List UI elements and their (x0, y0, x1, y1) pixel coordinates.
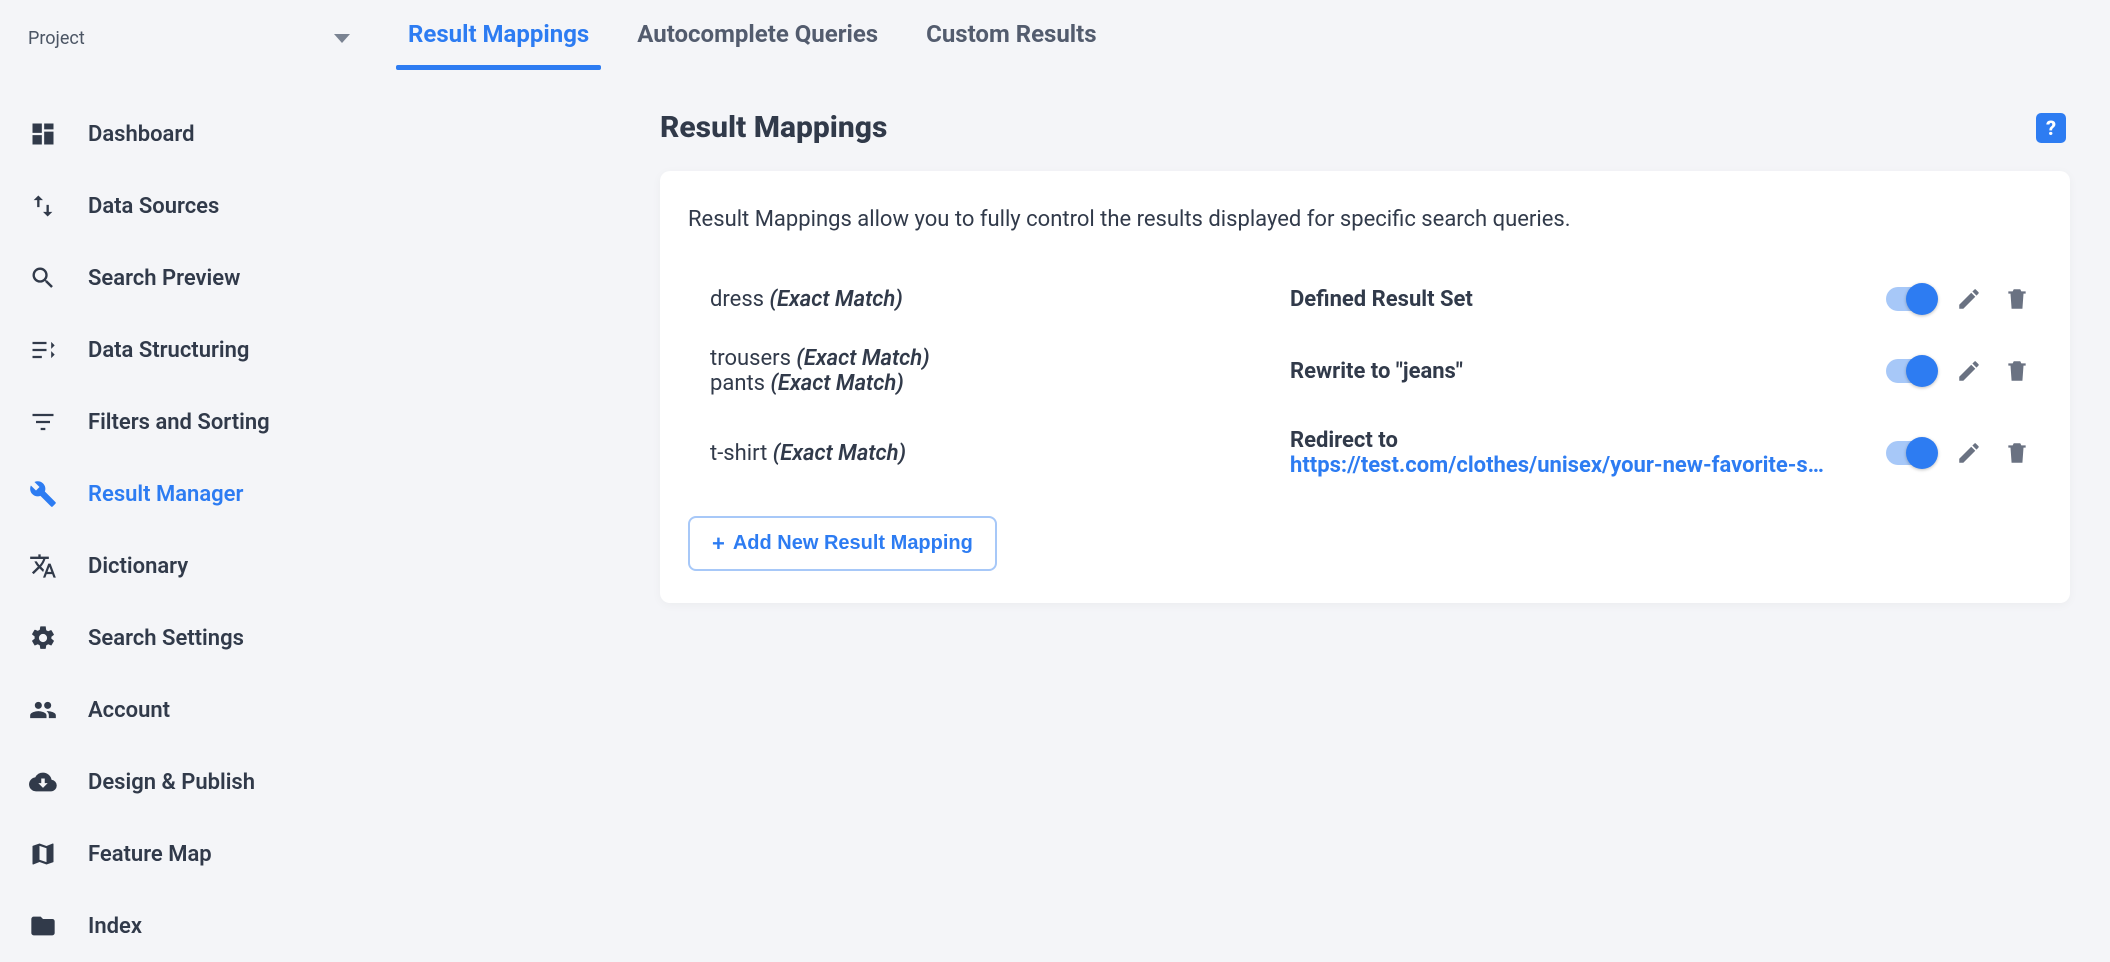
trash-icon (2004, 358, 2030, 384)
filters-icon (28, 407, 58, 437)
mapping-controls (1886, 284, 2032, 314)
tab-autocomplete-queries[interactable]: Autocomplete Queries (637, 20, 878, 70)
people-icon (28, 695, 58, 725)
delete-button[interactable] (2002, 438, 2032, 468)
mapping-action: Defined Result Set (1290, 287, 1866, 312)
help-icon: ? (2046, 116, 2056, 140)
term-match: (Exact Match) (771, 371, 904, 396)
redirect-label: Redirect to (1290, 428, 1854, 453)
edit-button[interactable] (1954, 356, 1984, 386)
page-title: Result Mappings (660, 110, 887, 145)
sidebar-item-label: Search Preview (88, 266, 240, 291)
mapping-terms: t-shirt (Exact Match) (710, 441, 1270, 466)
tab-label: Custom Results (926, 20, 1097, 48)
term-text: dress (710, 287, 764, 312)
sidebar-item-search-preview[interactable]: Search Preview (0, 242, 380, 314)
sidebar-item-label: Dictionary (88, 554, 188, 579)
mapping-terms: trousers (Exact Match) pants (Exact Matc… (710, 346, 1270, 396)
delete-button[interactable] (2002, 356, 2032, 386)
help-button[interactable]: ? (2036, 113, 2066, 143)
trash-icon (2004, 286, 2030, 312)
term-text: t-shirt (710, 441, 767, 466)
edit-button[interactable] (1954, 438, 1984, 468)
translate-icon (28, 551, 58, 581)
tab-custom-results[interactable]: Custom Results (926, 20, 1097, 70)
plus-icon: + (712, 533, 725, 555)
sidebar-item-filters-sorting[interactable]: Filters and Sorting (0, 386, 380, 458)
sidebar-item-feature-map[interactable]: Feature Map (0, 818, 380, 890)
sidebar-item-index[interactable]: Index (0, 890, 380, 962)
sidebar-item-label: Account (88, 698, 170, 723)
page-header: Result Mappings ? (660, 110, 2070, 145)
search-icon (28, 263, 58, 293)
add-button-label: Add New Result Mapping (733, 532, 973, 555)
enable-toggle[interactable] (1886, 441, 1936, 465)
sidebar-item-dictionary[interactable]: Dictionary (0, 530, 380, 602)
structuring-icon (28, 335, 58, 365)
sidebar-nav: Dashboard Data Sources Search Preview Da… (0, 98, 380, 962)
cloud-download-icon (28, 767, 58, 797)
card-description: Result Mappings allow you to fully contr… (688, 207, 2042, 232)
mapping-action: Rewrite to "jeans" (1290, 359, 1866, 384)
main-content: Result Mappings Autocomplete Queries Cus… (380, 0, 2110, 950)
sidebar-item-account[interactable]: Account (0, 674, 380, 746)
sidebar-item-label: Dashboard (88, 122, 194, 147)
add-result-mapping-button[interactable]: + Add New Result Mapping (688, 516, 997, 571)
sidebar-item-label: Data Structuring (88, 338, 249, 363)
trash-icon (2004, 440, 2030, 466)
folder-icon (28, 911, 58, 941)
sidebar-item-data-structuring[interactable]: Data Structuring (0, 314, 380, 386)
data-sources-icon (28, 191, 58, 221)
sidebar-item-search-settings[interactable]: Search Settings (0, 602, 380, 674)
redirect-url[interactable]: https://test.com/clothes/unisex/your-new… (1290, 453, 1854, 478)
chevron-down-icon (334, 34, 350, 43)
mapping-controls (1886, 438, 2032, 468)
sidebar-item-label: Feature Map (88, 842, 212, 867)
map-icon (28, 839, 58, 869)
tab-label: Autocomplete Queries (637, 20, 878, 48)
edit-button[interactable] (1954, 284, 1984, 314)
pencil-icon (1956, 440, 1982, 466)
term-match: (Exact Match) (773, 441, 906, 466)
pencil-icon (1956, 358, 1982, 384)
sidebar-item-design-publish[interactable]: Design & Publish (0, 746, 380, 818)
term-text: trousers (710, 346, 791, 371)
mapping-row: dress (Exact Match) Defined Result Set (688, 268, 2042, 330)
tab-result-mappings[interactable]: Result Mappings (408, 20, 589, 70)
sidebar-item-label: Search Settings (88, 626, 244, 651)
term-match: (Exact Match) (796, 346, 929, 371)
enable-toggle[interactable] (1886, 359, 1936, 383)
sidebar-item-label: Data Sources (88, 194, 219, 219)
term-match: (Exact Match) (770, 287, 903, 312)
sidebar-item-label: Design & Publish (88, 770, 255, 795)
tabs: Result Mappings Autocomplete Queries Cus… (380, 0, 2070, 70)
dashboard-icon (28, 119, 58, 149)
pencil-icon (1956, 286, 1982, 312)
mapping-row: trousers (Exact Match) pants (Exact Matc… (688, 330, 2042, 412)
mapping-controls (1886, 356, 2032, 386)
mapping-row: t-shirt (Exact Match) Redirect to https:… (688, 412, 2042, 494)
result-mappings-card: Result Mappings allow you to fully contr… (660, 171, 2070, 603)
tab-label: Result Mappings (408, 20, 589, 48)
sidebar-item-label: Filters and Sorting (88, 410, 270, 435)
tools-icon (28, 479, 58, 509)
sidebar-item-result-manager[interactable]: Result Manager (0, 458, 380, 530)
sidebar-item-dashboard[interactable]: Dashboard (0, 98, 380, 170)
mapping-action: Redirect to https://test.com/clothes/uni… (1290, 428, 1866, 478)
mapping-terms: dress (Exact Match) (710, 287, 1270, 312)
enable-toggle[interactable] (1886, 287, 1936, 311)
sidebar-item-label: Index (88, 914, 142, 939)
sidebar-item-label: Result Manager (88, 482, 243, 507)
sidebar-item-data-sources[interactable]: Data Sources (0, 170, 380, 242)
project-selector[interactable]: Project (0, 18, 380, 58)
gear-icon (28, 623, 58, 653)
project-label: Project (28, 28, 85, 49)
term-text: pants (710, 371, 765, 396)
delete-button[interactable] (2002, 284, 2032, 314)
sidebar: Project Dashboard Data Sources Searc (0, 0, 380, 950)
